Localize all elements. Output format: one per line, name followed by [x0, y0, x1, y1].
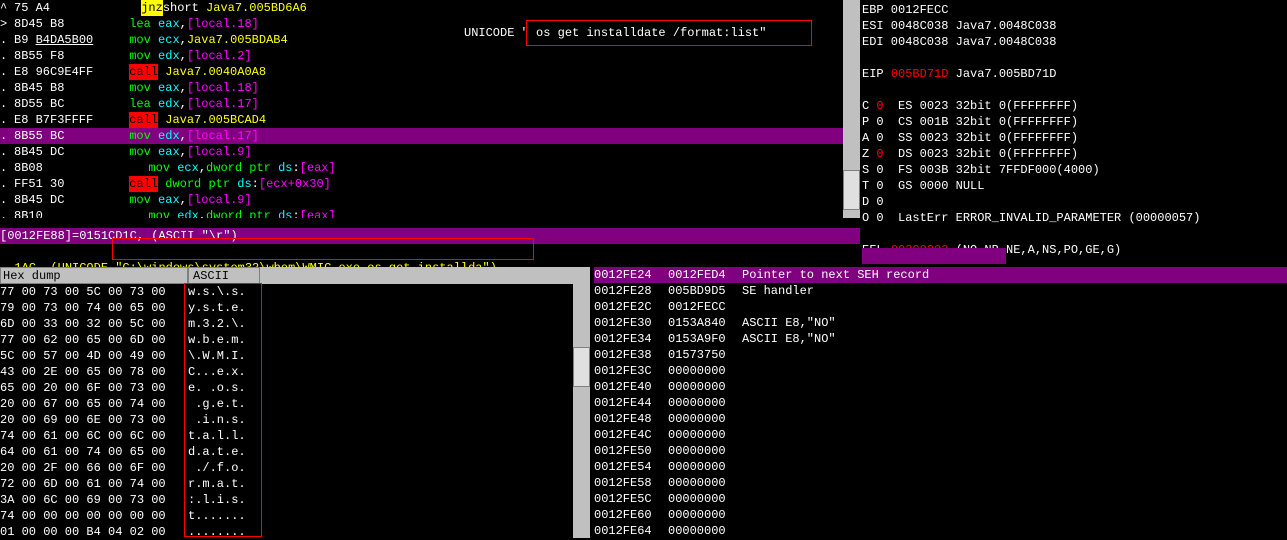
stack-row[interactable]: 0012FE340153A9F0ASCII E8,"NO": [594, 331, 1287, 347]
register-row: D 0: [862, 194, 1285, 210]
register-row: T 0 GS 0000 NULL: [862, 178, 1285, 194]
hex-ascii-header: ASCII: [188, 267, 260, 284]
hex-row[interactable]: 20 00 69 00 6E 00 73 00 .i.n.s.: [0, 412, 590, 428]
disasm-row[interactable]: .8D55 BC lea edx,[local.17]: [0, 96, 860, 112]
stack-row[interactable]: 0012FE28005BD9D5SE handler: [594, 283, 1287, 299]
register-row: P 0 CS 001B 32bit 0(FFFFFFFF): [862, 114, 1285, 130]
disasm-row[interactable]: .8B55 F8 mov edx,[local.2]: [0, 48, 860, 64]
register-row: [862, 226, 1285, 242]
unicode-highlight-box: [526, 20, 812, 46]
hex-dump-pane[interactable]: Hex dump ASCII 77 00 73 00 5C 00 73 00w.…: [0, 267, 590, 538]
stack-row[interactable]: 0012FE4800000000: [594, 411, 1287, 427]
stack-row[interactable]: 0012FE3801573750: [594, 347, 1287, 363]
stack-row[interactable]: 0012FE4400000000: [594, 395, 1287, 411]
stack-row[interactable]: 0012FE5400000000: [594, 459, 1287, 475]
disasm-row[interactable]: .8B45 B8 mov eax,[local.18]: [0, 80, 860, 96]
hex-row[interactable]: 79 00 73 00 74 00 65 00y.s.t.e.: [0, 300, 590, 316]
register-row: O 0 LastErr ERROR_INVALID_PARAMETER (000…: [862, 210, 1285, 226]
hex-row[interactable]: 74 00 61 00 6C 00 6C 00t.a.l.l.: [0, 428, 590, 444]
stack-row[interactable]: 0012FE2C0012FECC: [594, 299, 1287, 315]
hex-row[interactable]: 3A 00 6C 00 69 00 73 00:.l.i.s.: [0, 492, 590, 508]
hex-row[interactable]: 77 00 73 00 5C 00 73 00w.s.\.s.: [0, 284, 590, 300]
stack-row[interactable]: 0012FE5800000000: [594, 475, 1287, 491]
disasm-row[interactable]: .8B55 BC mov edx,[local.17]: [0, 128, 860, 144]
hex-row[interactable]: 64 00 61 00 74 00 65 00d.a.t.e.: [0, 444, 590, 460]
hex-row[interactable]: 20 00 67 00 65 00 74 00 .g.e.t.: [0, 396, 590, 412]
hex-row[interactable]: 74 00 00 00 00 00 00 00t.......: [0, 508, 590, 524]
hex-ascii-highlight-box: [184, 283, 262, 537]
disasm-row[interactable]: .E8 96C9E4FF call Java7.0040A0A8: [0, 64, 860, 80]
hex-scrollbar[interactable]: [573, 267, 590, 538]
st0-line: ST0 empty 0.0: [862, 248, 1006, 264]
hex-row[interactable]: 65 00 20 00 6F 00 73 00e. .o.s.: [0, 380, 590, 396]
disasm-row[interactable]: .8B45 DC mov eax,[local.9]: [0, 192, 860, 208]
stack-row[interactable]: 0012FE5C00000000: [594, 491, 1287, 507]
disasm-row[interactable]: .8B08 mov ecx,dword ptr ds:[eax]: [0, 160, 860, 176]
disasm-row[interactable]: .8B45 DC mov eax,[local.9]: [0, 144, 860, 160]
register-row: ESI 0048C038 Java7.0048C038: [862, 18, 1285, 34]
path-highlight-box: [112, 238, 534, 260]
hex-dump-header: Hex dump: [0, 267, 188, 284]
stack-pane[interactable]: 0012FE24 0012FED4 Pointer to next SEH re…: [594, 267, 1287, 538]
register-row: EBP 0012FECC: [862, 2, 1285, 18]
register-row: C 0 ES 0023 32bit 0(FFFFFFFF): [862, 98, 1285, 114]
disasm-row[interactable]: .8B10 mov edx,dword ptr ds:[eax]: [0, 208, 860, 218]
stack-row[interactable]: 0012FE6000000000: [594, 507, 1287, 523]
stack-row[interactable]: 0012FE4000000000: [594, 379, 1287, 395]
register-row: A 0 SS 0023 32bit 0(FFFFFFFF): [862, 130, 1285, 146]
register-row: [862, 50, 1285, 66]
stack-row[interactable]: 0012FE5000000000: [594, 443, 1287, 459]
hex-header: Hex dump ASCII: [0, 267, 590, 284]
register-row: [862, 82, 1285, 98]
register-row: Z 0 DS 0023 32bit 0(FFFFFFFF): [862, 146, 1285, 162]
hex-row[interactable]: 5C 00 57 00 4D 00 49 00\.W.M.I.: [0, 348, 590, 364]
stack-header-row: 0012FE24 0012FED4 Pointer to next SEH re…: [594, 267, 1287, 283]
hex-row[interactable]: 72 00 6D 00 61 00 74 00r.m.a.t.: [0, 476, 590, 492]
register-row: EDI 0048C038 Java7.0048C038: [862, 34, 1285, 50]
stack-row[interactable]: 0012FE300153A840ASCII E8,"NO": [594, 315, 1287, 331]
disasm-row[interactable]: .E8 B7F3FFFF call Java7.005BCAD4: [0, 112, 860, 128]
hex-row[interactable]: 6D 00 33 00 32 00 5C 00m.3.2.\.: [0, 316, 590, 332]
disasm-row[interactable]: .FF51 30 call dword ptr ds:[ecx+0x30]: [0, 176, 860, 192]
disasm-scrollbar[interactable]: [843, 0, 860, 218]
hex-row[interactable]: 20 00 2F 00 66 00 6F 00 ./.f.o.: [0, 460, 590, 476]
disasm-row[interactable]: ^75 A4 jnzshort Java7.005BD6A6: [0, 0, 860, 16]
stack-row[interactable]: 0012FE4C00000000: [594, 427, 1287, 443]
register-row: EIP 005BD71D Java7.005BD71D: [862, 66, 1285, 82]
register-pane[interactable]: EBP 0012FECCESI 0048C038 Java7.0048C038E…: [860, 0, 1287, 265]
register-row: S 0 FS 003B 32bit 7FFDF000(4000): [862, 162, 1285, 178]
hex-row[interactable]: 77 00 62 00 65 00 6D 00w.b.e.m.: [0, 332, 590, 348]
stack-row[interactable]: 0012FE6400000000: [594, 523, 1287, 539]
stack-row[interactable]: 0012FE3C00000000: [594, 363, 1287, 379]
hex-row[interactable]: 43 00 2E 00 65 00 78 00C...e.x.: [0, 364, 590, 380]
